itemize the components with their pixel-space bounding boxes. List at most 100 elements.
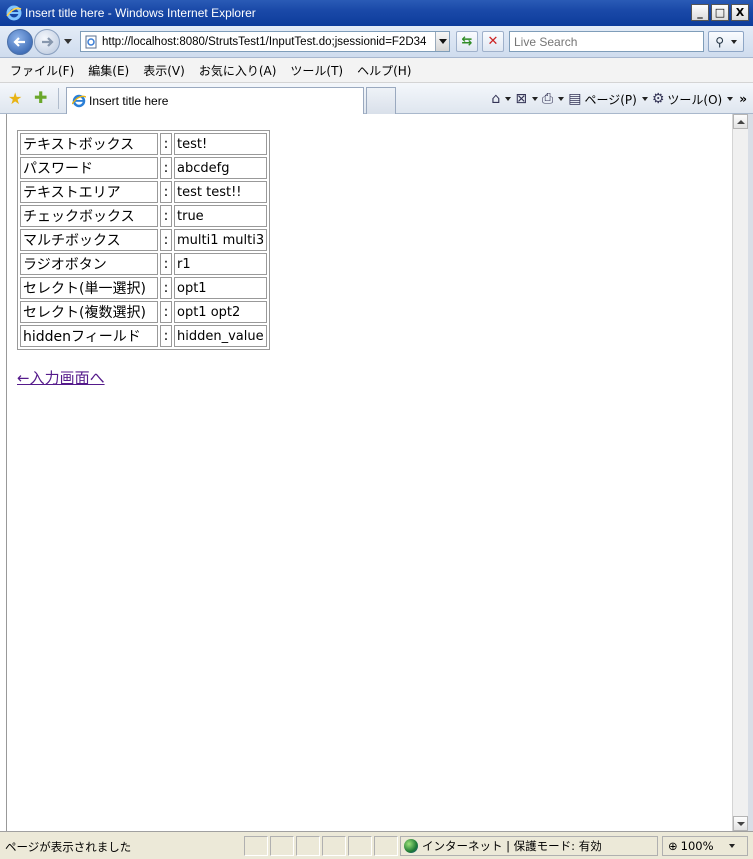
table-row: テキストエリア: test test!! (20, 181, 268, 203)
vertical-scrollbar[interactable] (732, 114, 748, 831)
status-panel (296, 836, 320, 856)
menu-tools[interactable]: ツール(T) (290, 62, 343, 79)
separator-cell: : (160, 301, 172, 323)
separator-cell: : (160, 205, 172, 227)
divider (58, 88, 59, 109)
menu-help[interactable]: ヘルプ(H) (357, 62, 411, 79)
favorites-center-icon[interactable]: ★ (8, 89, 22, 108)
page-menu-label: ページ(P) (584, 92, 637, 107)
status-bar: ページが表示されました インターネット | 保護モード: 有効 ⊕ 100% (0, 831, 753, 859)
back-button[interactable] (7, 29, 33, 55)
menu-view[interactable]: 表示(V) (143, 62, 185, 79)
gear-icon: ⚙ (651, 91, 665, 107)
separator-cell: : (160, 277, 172, 299)
field-value-cell: r1 (174, 253, 268, 275)
zone-label: インターネット | 保護モード: 有効 (422, 839, 602, 853)
results-table: テキストボックス: test! パスワード: abcdefg テキストエリア: test … (17, 130, 271, 350)
address-field[interactable]: http://localhost:8080/StrutsTest1/InputT… (80, 31, 450, 52)
security-zone[interactable]: インターネット | 保護モード: 有効 (400, 836, 658, 856)
status-panel (322, 836, 346, 856)
stop-icon: ✕ (487, 34, 499, 49)
maximize-button[interactable]: □ (711, 4, 729, 21)
menu-favorites[interactable]: お気に入り(A) (199, 62, 277, 79)
table-row: ラジオボタン: r1 (20, 253, 268, 275)
command-bar: ⌂ ⊠ ⎙ ▤ ページ(P) ⚙ ツール(O) » (491, 89, 747, 109)
tools-menu-label: ツール(O) (667, 92, 723, 107)
arrow-down-icon (736, 821, 745, 826)
separator-cell: : (160, 157, 172, 179)
chevron-down-icon (505, 97, 512, 101)
menu-bar: ファイル(F) 編集(E) 表示(V) お気に入り(A) ツール(T) ヘルプ(… (0, 58, 753, 83)
field-name-cell: ラジオボタン (20, 253, 158, 275)
refresh-button[interactable]: ⇆ (456, 31, 478, 52)
status-text: ページが表示されました (5, 840, 132, 854)
forward-button[interactable] (34, 29, 60, 55)
table-row: セレクト(複数選択): opt1 opt2 (20, 301, 268, 323)
title-bar: Insert title here - Windows Internet Exp… (0, 0, 753, 26)
scroll-up-button[interactable] (733, 114, 748, 129)
rss-icon: ⊠ (515, 91, 528, 107)
field-name-cell: テキストエリア (20, 181, 158, 203)
separator-cell: : (160, 229, 172, 251)
chevron-down-icon (558, 97, 565, 101)
field-value-cell: abcdefg (174, 157, 268, 179)
recent-pages-dropdown[interactable] (64, 39, 72, 44)
table-row: テキストボックス: test! (20, 133, 268, 155)
tab-label: Insert title here (89, 94, 169, 108)
zoom-control[interactable]: ⊕ 100% (662, 836, 748, 856)
page-icon: ▤ (568, 91, 582, 107)
search-button[interactable]: ⚲ (708, 31, 744, 52)
status-panel (374, 836, 398, 856)
back-to-input-link[interactable]: ←入力画面へ (17, 367, 105, 388)
field-name-cell: セレクト(単一選択) (20, 277, 158, 299)
print-button[interactable]: ⎙ (542, 91, 565, 107)
minimize-button[interactable]: _ (691, 4, 709, 21)
chevron-down-icon (438, 39, 447, 44)
address-dropdown[interactable] (435, 32, 449, 51)
field-value-cell: test! (174, 133, 268, 155)
field-name-cell: チェックボックス (20, 205, 158, 227)
chevron-down-icon (727, 97, 734, 101)
chevron-down-icon (641, 97, 648, 101)
chevron-down-icon (532, 97, 539, 101)
field-name-cell: hiddenフィールド (20, 325, 158, 347)
field-name-cell: マルチボックス (20, 229, 158, 251)
page-icon (85, 35, 97, 48)
status-panel (244, 836, 268, 856)
globe-icon (404, 839, 418, 853)
menu-edit[interactable]: 編集(E) (88, 62, 129, 79)
tab-current[interactable]: Insert title here (66, 87, 364, 114)
forward-arrow-icon (42, 37, 54, 47)
search-input[interactable] (509, 31, 704, 52)
field-name-cell: セレクト(複数選択) (20, 301, 158, 323)
separator-cell: : (160, 133, 172, 155)
add-favorite-icon[interactable]: ✚ (34, 88, 47, 107)
stop-button[interactable]: ✕ (482, 31, 504, 52)
table-row: hiddenフィールド: hidden_value (20, 325, 268, 347)
field-value-cell: test test!! (174, 181, 268, 203)
table-row: セレクト(単一選択): opt1 (20, 277, 268, 299)
new-tab-button[interactable] (366, 87, 396, 114)
search-options-dropdown[interactable] (730, 39, 737, 44)
zoom-icon: ⊕ (668, 839, 678, 853)
separator-cell: : (160, 181, 172, 203)
field-value-cell: hidden_value (174, 325, 268, 347)
more-commands-icon[interactable]: » (739, 92, 747, 106)
scroll-down-button[interactable] (733, 816, 748, 831)
chevron-down-icon (728, 844, 735, 848)
status-panel (270, 836, 294, 856)
window-border (748, 114, 753, 831)
ie-page-icon (72, 94, 86, 108)
page-menu-button[interactable]: ▤ ページ(P) (568, 91, 648, 108)
menu-file[interactable]: ファイル(F) (10, 62, 74, 79)
tools-menu-button[interactable]: ⚙ ツール(O) (651, 91, 734, 108)
zoom-level: 100% (680, 839, 714, 853)
close-window-button[interactable]: X (731, 4, 749, 21)
address-toolbar: http://localhost:8080/StrutsTest1/InputT… (0, 26, 753, 58)
home-button[interactable]: ⌂ (491, 91, 512, 107)
url-text[interactable]: http://localhost:8080/StrutsTest1/InputT… (102, 36, 435, 48)
refresh-icon: ⇆ (461, 34, 473, 49)
table-row: チェックボックス: true (20, 205, 268, 227)
feeds-button[interactable]: ⊠ (515, 91, 539, 107)
field-name-cell: テキストボックス (20, 133, 158, 155)
